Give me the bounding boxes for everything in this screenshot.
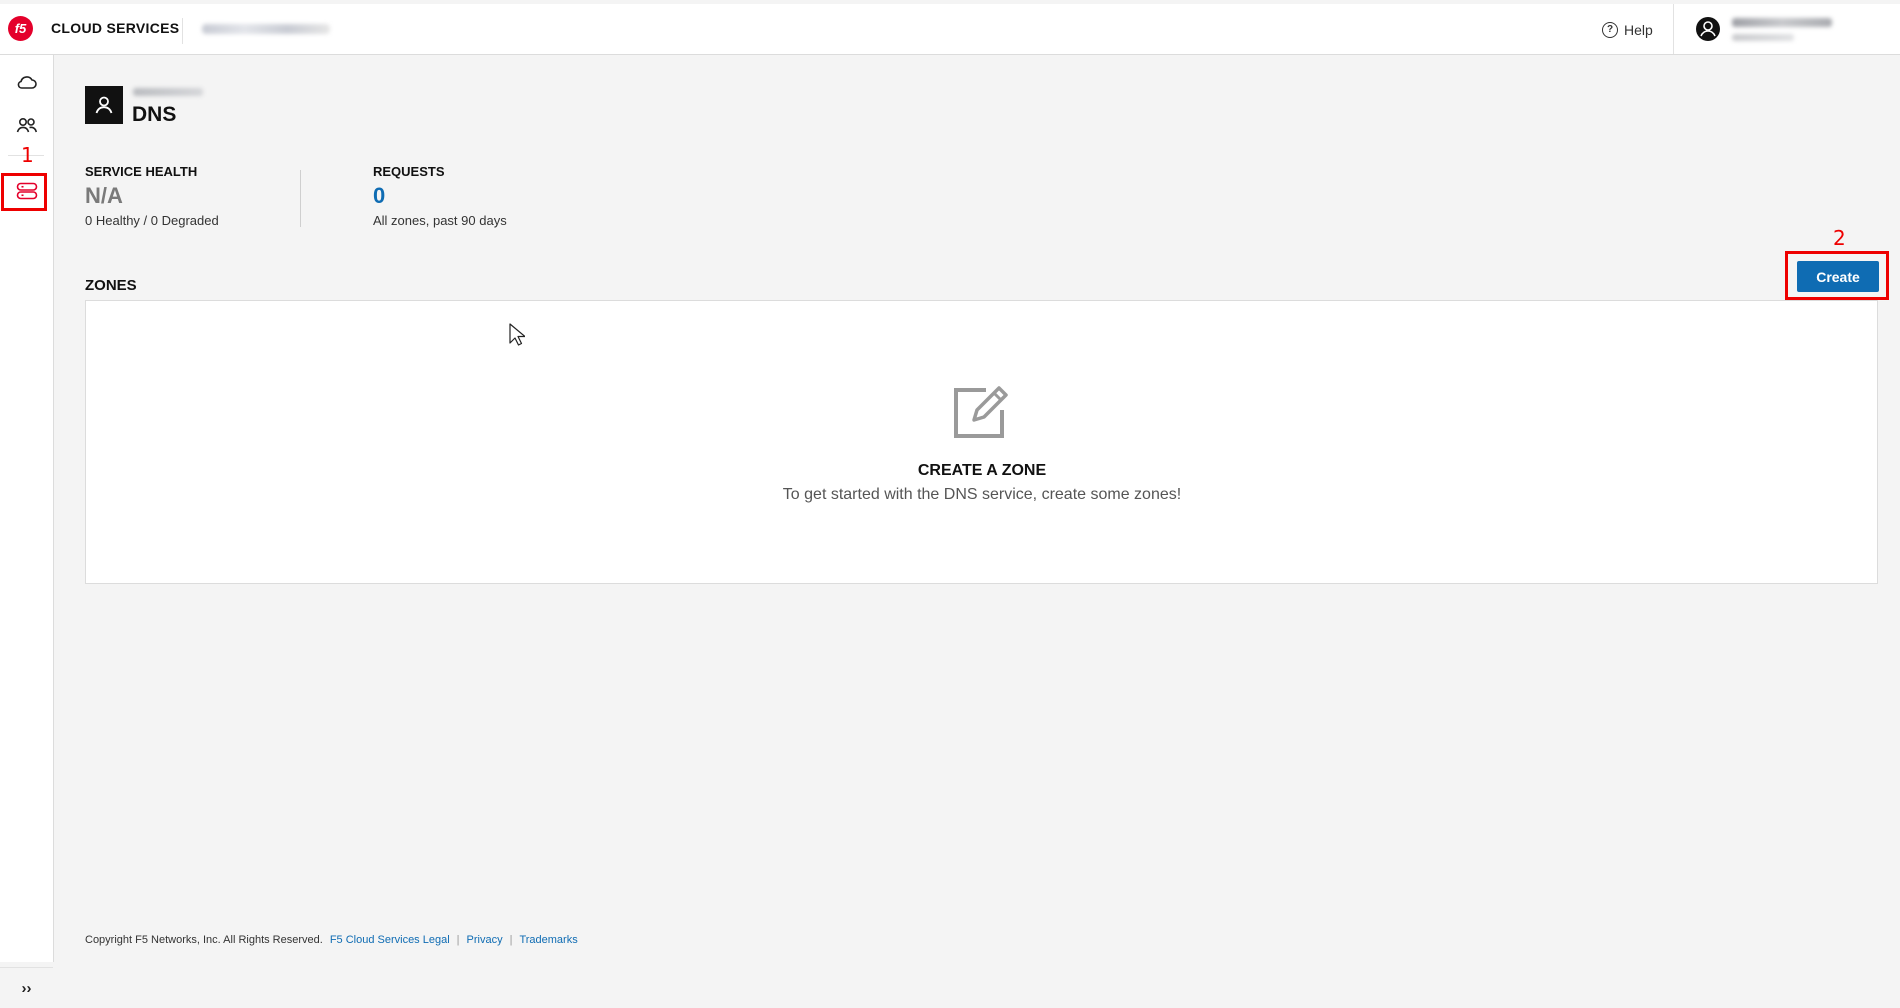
requests-value: 0 bbox=[373, 183, 386, 208]
brand-title: CLOUD SERVICES bbox=[51, 20, 180, 36]
user-name-redacted[interactable] bbox=[1732, 18, 1832, 27]
sidebar-item-users[interactable] bbox=[0, 106, 53, 144]
stats-divider bbox=[300, 170, 301, 227]
user-avatar-icon[interactable] bbox=[1696, 17, 1720, 41]
annotation-label-1: 1 bbox=[21, 143, 34, 167]
footer-copyright: Copyright F5 Networks, Inc. All Rights R… bbox=[85, 934, 323, 946]
user-divider bbox=[1673, 4, 1674, 54]
footer-link-trademarks[interactable]: Trademarks bbox=[519, 934, 577, 946]
annotation-label-2: 2 bbox=[1833, 226, 1846, 250]
footer-separator: | bbox=[509, 934, 513, 946]
requests-label: REQUESTS bbox=[373, 164, 445, 179]
requests-desc: All zones, past 90 days bbox=[373, 213, 507, 228]
footer: Copyright F5 Networks, Inc. All Rights R… bbox=[85, 934, 578, 946]
edit-icon bbox=[950, 380, 1012, 447]
help-icon: ? bbox=[1602, 22, 1618, 38]
empty-state-description: To get started with the DNS service, cre… bbox=[782, 486, 1182, 503]
help-link[interactable]: ? Help bbox=[1602, 18, 1653, 42]
service-avatar-icon bbox=[85, 86, 123, 124]
users-icon bbox=[16, 117, 37, 133]
zones-heading: ZONES bbox=[85, 277, 137, 294]
empty-state-title: CREATE A ZONE bbox=[917, 462, 1047, 479]
service-subtitle-redacted bbox=[133, 88, 203, 96]
expand-sidebar-button[interactable]: ›› bbox=[0, 967, 53, 1008]
service-health-desc: 0 Healthy / 0 Degraded bbox=[85, 213, 219, 228]
footer-link-legal[interactable]: F5 Cloud Services Legal bbox=[330, 934, 450, 946]
annotation-box-1 bbox=[1, 173, 47, 211]
mouse-cursor-icon bbox=[509, 323, 526, 352]
sidebar-item-cloud[interactable] bbox=[0, 63, 53, 101]
f5-logo[interactable]: f5 bbox=[8, 16, 33, 41]
footer-separator: | bbox=[456, 934, 460, 946]
brand-divider bbox=[182, 18, 183, 44]
page-title: DNS bbox=[132, 103, 177, 126]
service-health-value: N/A bbox=[85, 183, 123, 208]
user-org-redacted bbox=[1732, 34, 1794, 41]
footer-link-privacy[interactable]: Privacy bbox=[467, 934, 503, 946]
create-zone-button[interactable]: Create bbox=[1797, 261, 1879, 292]
help-label: Help bbox=[1624, 22, 1653, 38]
service-health-label: SERVICE HEALTH bbox=[85, 164, 198, 179]
top-bar: f5 CLOUD SERVICES ? Help bbox=[0, 4, 1900, 55]
account-name-redacted[interactable] bbox=[202, 24, 330, 34]
cloud-icon bbox=[17, 76, 37, 89]
